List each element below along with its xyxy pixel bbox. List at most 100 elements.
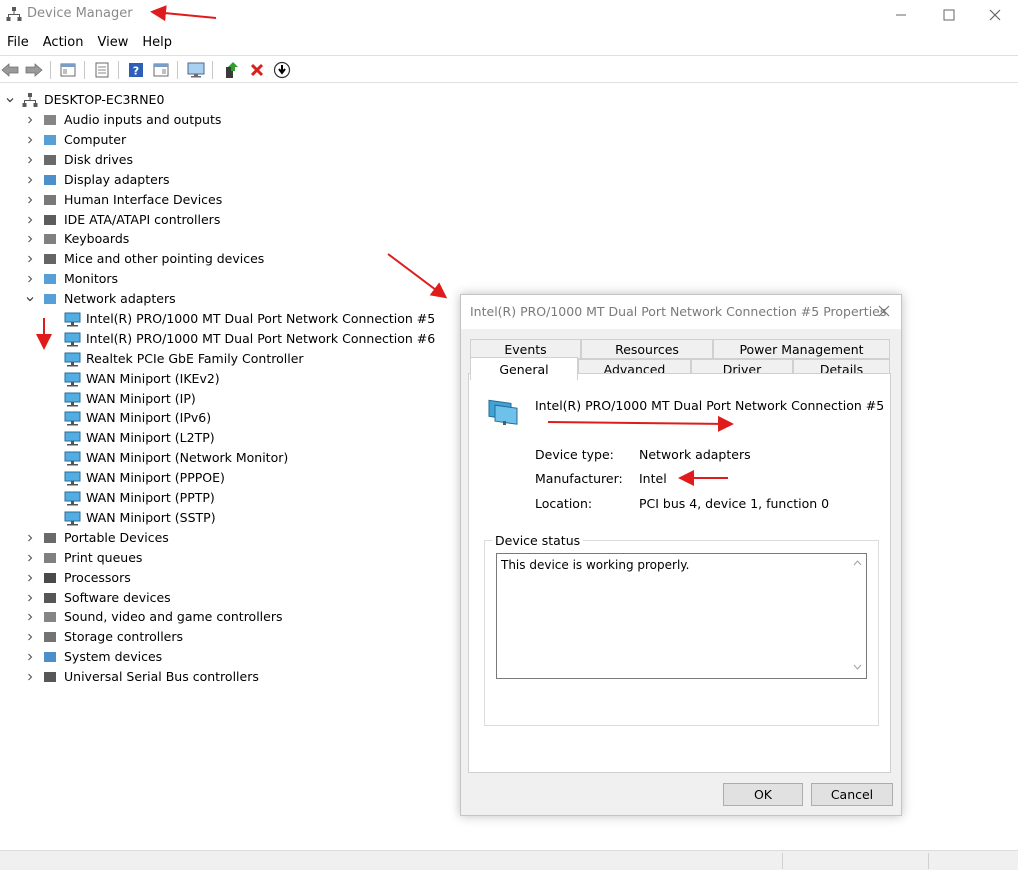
chevron-right-icon[interactable] xyxy=(24,611,36,623)
tree-device[interactable]: WAN Miniport (PPPOE) xyxy=(64,468,225,487)
ok-button[interactable]: OK xyxy=(723,783,803,806)
tree-category[interactable]: Human Interface Devices xyxy=(24,190,222,209)
chevron-right-icon[interactable] xyxy=(24,592,36,604)
device-category-icon xyxy=(42,649,58,665)
tree-category[interactable]: Display adapters xyxy=(24,170,169,189)
device-category-icon xyxy=(42,570,58,586)
action-pane-button[interactable] xyxy=(151,60,171,80)
status-scrollbar[interactable] xyxy=(849,554,866,678)
uninstall-button[interactable] xyxy=(247,60,267,80)
tree-device-label: WAN Miniport (PPTP) xyxy=(86,490,215,505)
device-status-textbox[interactable]: This device is working properly. xyxy=(496,553,867,679)
tree-device[interactable]: WAN Miniport (PPTP) xyxy=(64,488,215,507)
help-button[interactable]: ? xyxy=(126,60,146,80)
tree-category[interactable]: Disk drives xyxy=(24,150,133,169)
properties-button[interactable] xyxy=(92,60,112,80)
cancel-button[interactable]: Cancel xyxy=(811,783,893,806)
tab-general[interactable]: General xyxy=(470,357,578,380)
chevron-right-icon[interactable] xyxy=(24,552,36,564)
chevron-right-icon[interactable] xyxy=(24,631,36,643)
tree-category[interactable]: IDE ATA/ATAPI controllers xyxy=(24,210,220,229)
tree-category[interactable]: Software devices xyxy=(24,588,171,607)
chevron-right-icon[interactable] xyxy=(24,253,36,265)
chevron-right-icon[interactable] xyxy=(24,214,36,226)
scroll-up-icon[interactable] xyxy=(853,560,862,566)
device-category-icon xyxy=(42,590,58,606)
tree-device[interactable]: Intel(R) PRO/1000 MT Dual Port Network C… xyxy=(64,309,435,328)
minimize-button[interactable] xyxy=(878,0,924,30)
forward-button[interactable] xyxy=(24,60,44,80)
forward-icon xyxy=(25,63,43,77)
chevron-right-icon[interactable] xyxy=(24,273,36,285)
tree-category[interactable]: Mice and other pointing devices xyxy=(24,249,264,268)
tab-power-management[interactable]: Power Management xyxy=(713,339,890,359)
tree-category[interactable]: System devices xyxy=(24,647,162,666)
tree-category-label: Display adapters xyxy=(64,172,170,187)
close-button[interactable] xyxy=(972,0,1018,30)
tree-device[interactable]: WAN Miniport (IPv6) xyxy=(64,408,211,427)
tree-device[interactable]: WAN Miniport (IP) xyxy=(64,389,196,408)
chevron-right-icon[interactable] xyxy=(24,572,36,584)
dialog-title: Intel(R) PRO/1000 MT Dual Port Network C… xyxy=(470,304,887,319)
toolbar-separator xyxy=(212,61,213,79)
chevron-down-icon[interactable] xyxy=(24,293,36,305)
chevron-right-icon[interactable] xyxy=(24,671,36,683)
scan-hardware-button[interactable] xyxy=(186,60,206,80)
toolbar-separator xyxy=(118,61,119,79)
tab-resources[interactable]: Resources xyxy=(581,339,713,359)
menu-view[interactable]: View xyxy=(90,32,135,54)
chevron-right-icon[interactable] xyxy=(24,114,36,126)
maximize-button[interactable] xyxy=(926,0,972,30)
chevron-right-icon[interactable] xyxy=(24,233,36,245)
tree-category-label: Mice and other pointing devices xyxy=(64,251,265,266)
close-icon[interactable] xyxy=(877,304,891,318)
tree-category[interactable]: Keyboards xyxy=(24,229,129,248)
device-category-icon xyxy=(42,251,58,267)
tree-category[interactable]: Monitors xyxy=(24,269,118,288)
tree-category[interactable]: Storage controllers xyxy=(24,627,183,646)
chevron-right-icon[interactable] xyxy=(24,134,36,146)
update-driver-button[interactable] xyxy=(221,60,241,80)
menu-file[interactable]: File xyxy=(0,32,36,54)
tree-root[interactable]: DESKTOP-EC3RNE0 xyxy=(4,90,164,109)
tree-device[interactable]: WAN Miniport (SSTP) xyxy=(64,508,216,527)
scroll-down-icon[interactable] xyxy=(853,664,862,670)
tree-device[interactable]: Intel(R) PRO/1000 MT Dual Port Network C… xyxy=(64,329,435,348)
network-adapter-icon xyxy=(64,371,81,387)
tree-category[interactable]: Portable Devices xyxy=(24,528,169,547)
tree-device-label: WAN Miniport (IKEv2) xyxy=(86,371,220,386)
show-hide-tree-button[interactable] xyxy=(58,60,78,80)
tab-events[interactable]: Events xyxy=(470,339,581,359)
properties-icon xyxy=(95,62,109,78)
device-category-icon xyxy=(42,669,58,685)
device-category-icon xyxy=(42,112,58,128)
tree-category[interactable]: Universal Serial Bus controllers xyxy=(24,667,259,686)
network-adapter-icon xyxy=(64,331,81,347)
tree-category[interactable]: Sound, video and game controllers xyxy=(24,607,283,626)
chevron-right-icon[interactable] xyxy=(24,154,36,166)
tree-device[interactable]: Realtek PCIe GbE Family Controller xyxy=(64,349,304,368)
chevron-right-icon[interactable] xyxy=(24,174,36,186)
chevron-down-icon[interactable] xyxy=(4,94,16,106)
tree-category[interactable]: Network adapters xyxy=(24,289,176,308)
tree-device[interactable]: WAN Miniport (L2TP) xyxy=(64,428,215,447)
update-driver-icon xyxy=(226,62,238,78)
tree-category[interactable]: Print queues xyxy=(24,548,142,567)
chevron-right-icon[interactable] xyxy=(24,651,36,663)
tree-category[interactable]: Computer xyxy=(24,130,126,149)
device-name: Intel(R) PRO/1000 MT Dual Port Network C… xyxy=(535,398,885,413)
tree-device[interactable]: WAN Miniport (Network Monitor) xyxy=(64,448,288,467)
enable-device-button[interactable] xyxy=(272,60,292,80)
chevron-right-icon[interactable] xyxy=(24,194,36,206)
back-icon xyxy=(1,63,19,77)
tree-device[interactable]: WAN Miniport (IKEv2) xyxy=(64,369,220,388)
tree-category[interactable]: Processors xyxy=(24,568,131,587)
tree-category-label: Disk drives xyxy=(64,152,133,167)
menu-help[interactable]: Help xyxy=(135,32,179,54)
menu-action[interactable]: Action xyxy=(36,32,91,54)
minimize-icon xyxy=(896,14,906,16)
back-button[interactable] xyxy=(0,60,20,80)
tree-category-label: IDE ATA/ATAPI controllers xyxy=(64,212,221,227)
tree-category[interactable]: Audio inputs and outputs xyxy=(24,110,221,129)
chevron-right-icon[interactable] xyxy=(24,532,36,544)
